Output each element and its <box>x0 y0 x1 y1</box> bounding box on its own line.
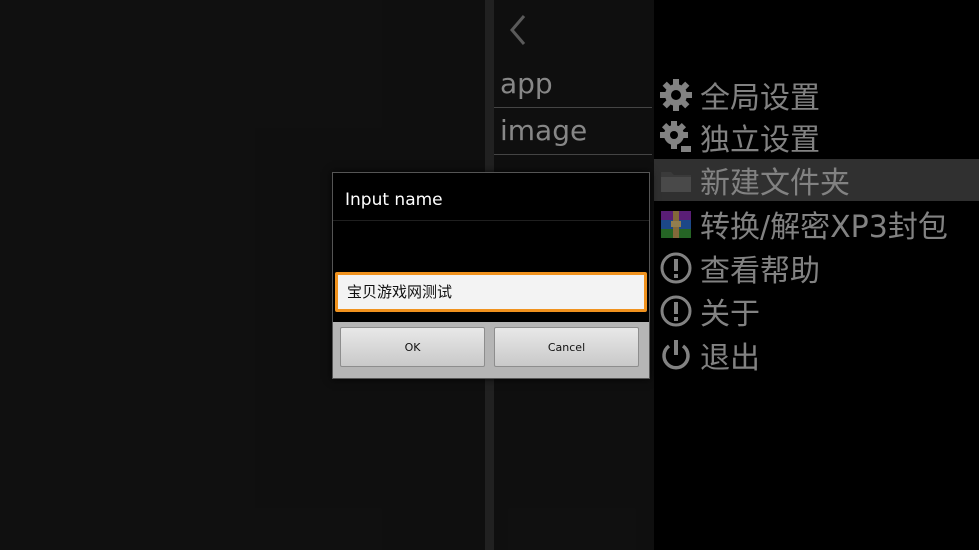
input-name-dialog: Input name 宝贝游戏网测试 OK Cancel <box>332 172 650 379</box>
dialog-title: Input name <box>345 190 443 210</box>
ok-button[interactable]: OK <box>340 327 485 367</box>
title-divider <box>333 220 649 221</box>
cancel-button[interactable]: Cancel <box>494 327 639 367</box>
dialog-button-bar: OK Cancel <box>333 322 649 378</box>
name-input[interactable]: 宝贝游戏网测试 <box>335 272 647 312</box>
